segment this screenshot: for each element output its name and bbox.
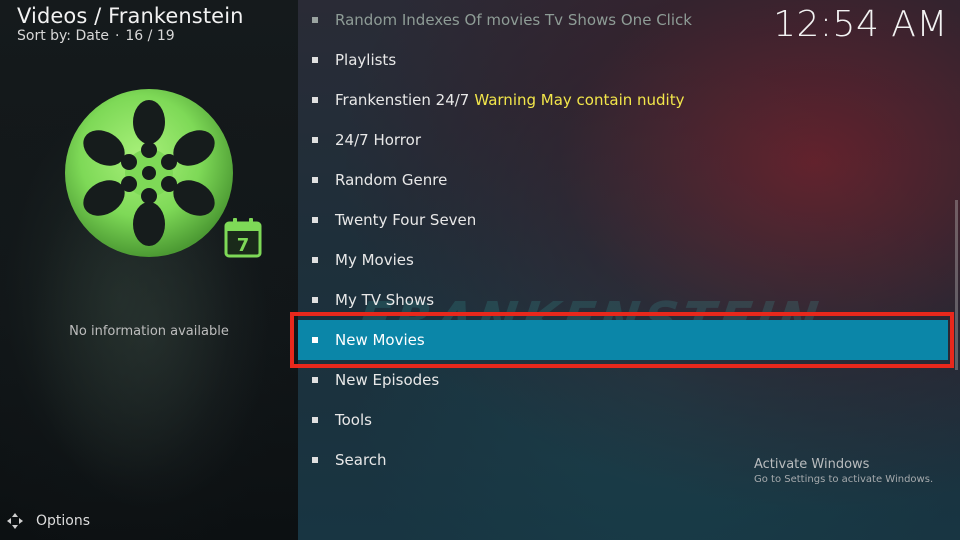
options-label: Options <box>36 513 91 529</box>
list-item-label: Frankenstien 24/7 <box>335 91 470 109</box>
list-item-label: Tools <box>335 411 372 429</box>
item-position: 16 / 19 <box>125 28 175 44</box>
list-item[interactable]: Frankenstien 24/7 Warning May contain nud… <box>298 80 948 120</box>
list-item-label: Search <box>335 451 387 469</box>
options-icon <box>7 513 23 529</box>
warning-text: Warning May contain nudity <box>474 91 685 109</box>
bullet <box>312 377 318 383</box>
list-item-label: New Episodes <box>335 371 440 389</box>
bullet <box>312 217 318 223</box>
activate-windows-subtitle: Go to Settings to activate Windows. <box>754 474 934 485</box>
clock: 12:54 AM <box>773 4 948 45</box>
bullet <box>312 137 318 143</box>
activate-windows-title: Activate Windows <box>754 457 870 472</box>
film-reel-icon <box>65 89 233 257</box>
list-item[interactable]: Random Genre <box>298 160 948 200</box>
sort-label: Sort by: Date <box>17 28 109 44</box>
list-item-label: Twenty Four Seven <box>335 211 477 229</box>
list-item[interactable]: Playlists <box>298 40 948 80</box>
bullet <box>312 257 318 263</box>
list-item-label: My Movies <box>335 251 414 269</box>
list-item[interactable]: Tools <box>298 400 948 440</box>
page-title: Videos / Frankenstein <box>17 4 244 28</box>
no-info-message: No information available <box>69 324 229 339</box>
calendar-number: 7 <box>237 235 250 256</box>
bullet <box>312 457 318 463</box>
bullet <box>312 57 318 63</box>
list-item-label: Random Indexes Of movies Tv Shows One Cl… <box>335 11 692 29</box>
list-item[interactable]: My Movies <box>298 240 948 280</box>
list-item-label: 24/7 Horror <box>335 131 421 149</box>
list-item-label: Random Genre <box>335 171 448 189</box>
list-item-label: My TV Shows <box>335 291 435 309</box>
activate-windows-watermark: Activate Windows Go to Settings to activ… <box>754 457 954 485</box>
info-panel: Videos / Frankenstein Sort by: Date · 16 /… <box>0 0 298 540</box>
scrollbar[interactable] <box>955 200 958 370</box>
sort-info[interactable]: Sort by: Date · 16 / 19 <box>17 28 175 44</box>
calendar-icon: 7 <box>224 218 262 258</box>
list-item[interactable]: Twenty Four Seven <box>298 200 948 240</box>
highlight-annotation-box <box>290 312 954 368</box>
bullet <box>312 97 318 103</box>
bullet <box>312 297 318 303</box>
list-item-label: Playlists <box>335 51 397 69</box>
separator: · <box>114 28 120 44</box>
options-button[interactable]: Options <box>6 512 90 530</box>
bullet <box>312 177 318 183</box>
list-item[interactable]: 24/7 Horror <box>298 120 948 160</box>
bullet <box>312 17 318 23</box>
bullet <box>312 417 318 423</box>
